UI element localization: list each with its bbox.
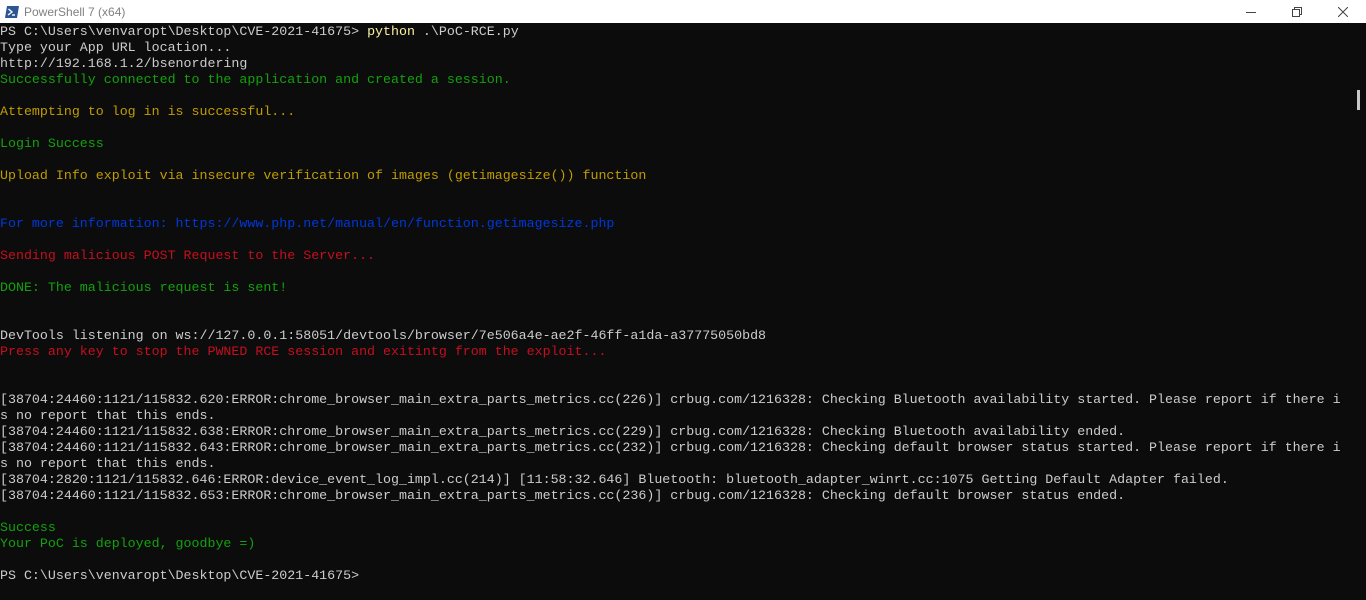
terminal-line: DONE: The malicious request is sent! [0,280,1352,296]
scrollbar-thumb[interactable] [1357,90,1360,110]
terminal-text: Attempting to log in is successful... [0,104,296,119]
terminal-text: [38704:2820:1121/115832.646:ERROR:device… [0,472,1229,487]
terminal-line: Success [0,520,1352,536]
terminal-text: [38704:24460:1121/115832.620:ERROR:chrom… [0,392,1341,407]
vertical-scrollbar[interactable] [1352,23,1366,600]
terminal-line: [38704:24460:1121/115832.643:ERROR:chrom… [0,440,1352,456]
terminal-line: Login Success [0,136,1352,152]
terminal-line: For more information: https://www.php.ne… [0,216,1352,232]
terminal-text: Press any key to stop the PWNED RCE sess… [0,344,607,359]
terminal-line: Sending malicious POST Request to the Se… [0,248,1352,264]
terminal-line: s no report that this ends. [0,408,1352,424]
terminal-text: Your PoC is deployed, goodbye =) [0,536,256,551]
terminal-line: PS C:\Users\venvaropt\Desktop\CVE-2021-4… [0,24,1352,40]
close-icon [1338,6,1348,17]
terminal-text: [38704:24460:1121/115832.653:ERROR:chrom… [0,488,1126,503]
terminal-text: PS C:\Users\venvaropt\Desktop\CVE-2021-4… [0,24,368,39]
window-controls [1228,0,1366,23]
terminal-line: [38704:24460:1121/115832.653:ERROR:chrom… [0,488,1352,504]
terminal-line: s no report that this ends. [0,456,1352,472]
terminal-text: python [367,24,415,39]
powershell-icon [4,4,20,20]
terminal-text: Upload Info exploit via insecure verific… [0,168,647,183]
terminal-text: Login Success [0,136,104,151]
terminal-line: Successfully connected to the applicatio… [0,72,1352,88]
terminal-line: DevTools listening on ws://127.0.0.1:580… [0,328,1352,344]
terminal-text: For more information: https://www.php.ne… [0,216,615,231]
minimize-button[interactable] [1228,0,1274,23]
minimize-icon [1246,11,1256,13]
powershell-window: PowerShell 7 (x64) PS C:\Users\venvaropt… [0,0,1366,600]
terminal-text: Success [0,520,56,535]
terminal-line: PS C:\Users\venvaropt\Desktop\CVE-2021-4… [0,568,1352,584]
terminal-line: [38704:24460:1121/115832.638:ERROR:chrom… [0,424,1352,440]
terminal-text: Sending malicious POST Request to the Se… [0,248,376,263]
maximize-button[interactable] [1274,0,1320,23]
terminal-text: DONE: The malicious request is sent! [0,280,288,295]
window-title: PowerShell 7 (x64) [24,4,126,19]
terminal-text: Type your App URL location... [0,40,232,55]
terminal-line: http://192.168.1.2/bsenordering [0,56,1352,72]
terminal-text: DevTools listening on ws://127.0.0.1:580… [0,328,767,343]
terminal-text: [38704:24460:1121/115832.643:ERROR:chrom… [0,440,1341,455]
restore-icon [1292,6,1302,17]
terminal-line: Upload Info exploit via insecure verific… [0,168,1352,184]
terminal-text: [38704:24460:1121/115832.638:ERROR:chrom… [0,424,1126,439]
terminal-line: Press any key to stop the PWNED RCE sess… [0,344,1352,360]
terminal-line: [38704:2820:1121/115832.646:ERROR:device… [0,472,1352,488]
terminal-text: s no report that this ends. [0,456,216,471]
terminal-line: Type your App URL location... [0,40,1352,56]
terminal-text: .\PoC-RCE.py [414,24,519,39]
terminal-line: Your PoC is deployed, goodbye =) [0,536,1352,552]
terminal-text: Successfully connected to the applicatio… [0,72,511,87]
terminal-text: s no report that this ends. [0,408,216,423]
terminal-line: [38704:24460:1121/115832.620:ERROR:chrom… [0,392,1352,408]
terminal-text: http://192.168.1.2/bsenordering [0,56,248,71]
close-button[interactable] [1320,0,1366,23]
terminal-line: Attempting to log in is successful... [0,104,1352,120]
terminal-text: PS C:\Users\venvaropt\Desktop\CVE-2021-4… [0,568,368,583]
terminal-output[interactable]: PS C:\Users\venvaropt\Desktop\CVE-2021-4… [0,23,1352,600]
title-bar[interactable]: PowerShell 7 (x64) [0,0,1366,23]
